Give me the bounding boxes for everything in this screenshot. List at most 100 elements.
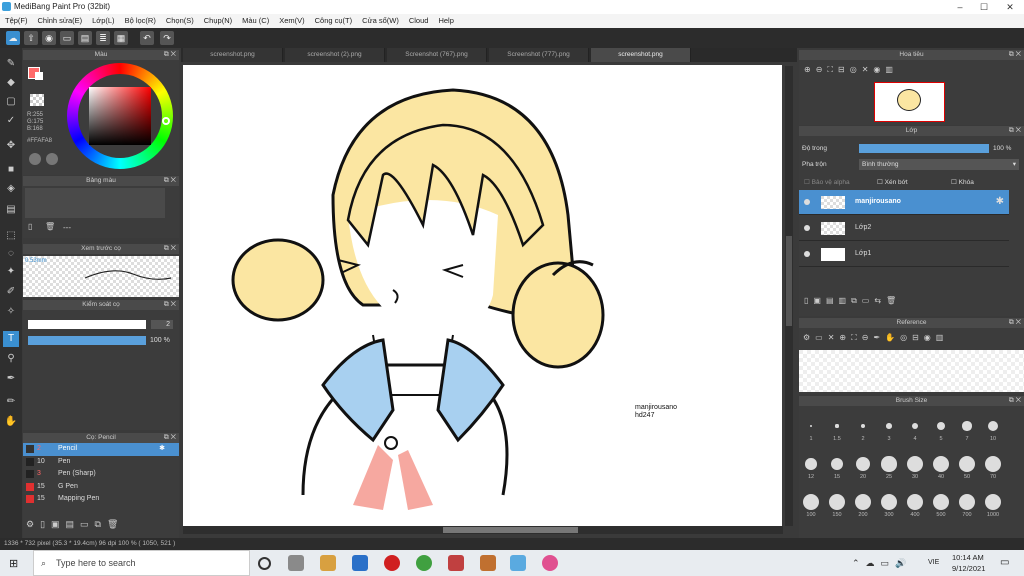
reference-area[interactable] xyxy=(799,350,1024,392)
select-pen-icon[interactable]: ✐ xyxy=(3,284,19,300)
brush-size-dot[interactable] xyxy=(886,423,892,429)
brush-size-dot[interactable] xyxy=(860,423,866,429)
brush-size-dot[interactable] xyxy=(907,494,923,510)
size-slider[interactable] xyxy=(28,320,146,329)
vertical-scrollbar[interactable] xyxy=(785,66,793,526)
menu-select[interactable]: Chọn(S) xyxy=(161,14,199,28)
mail-icon[interactable] xyxy=(352,555,368,571)
move-tool-icon[interactable]: ✥ xyxy=(3,138,19,154)
hue-handle[interactable] xyxy=(162,117,170,125)
close-icon[interactable]: ⧉ ✕ xyxy=(164,300,176,310)
task-view-icon[interactable] xyxy=(288,555,304,571)
menu-cloud[interactable]: Cloud xyxy=(404,14,434,28)
brush-size-dot[interactable] xyxy=(907,456,923,472)
operation-tool-icon[interactable]: ⚲ xyxy=(3,351,19,367)
select-eraser-icon[interactable]: ✧ xyxy=(3,304,19,320)
brush-item[interactable]: 10 Pen xyxy=(23,456,179,469)
close-icon[interactable]: ⧉ ✕ xyxy=(164,433,176,443)
brush-size-grid[interactable]: 1 1.5 2 3 4 5 7 10 12 15 20 25 30 40 50 70 100 150 200 300 4… xyxy=(799,408,1011,518)
brush-size-dot[interactable] xyxy=(933,494,949,510)
delete-icon[interactable]: 🗑 xyxy=(45,222,55,231)
hand-tool-icon[interactable]: ✋ xyxy=(3,414,19,430)
upload-icon[interactable]: ⇧ xyxy=(24,31,38,45)
text-tool-icon[interactable]: T xyxy=(3,331,19,347)
redo-icon[interactable]: ↷ xyxy=(160,31,174,45)
palette-icon[interactable] xyxy=(29,153,41,165)
brush-tools-row[interactable]: ⚙▯▣▤▭⧉🗑 xyxy=(26,519,124,530)
brush-tool-icon[interactable]: ✎ xyxy=(3,56,19,72)
brush-item[interactable]: 2 Pencil ✱ xyxy=(23,443,179,456)
brush-size-dot[interactable] xyxy=(856,457,870,471)
brush-size-dot[interactable] xyxy=(962,421,972,431)
brush-size-dot[interactable] xyxy=(911,422,919,430)
brush-item[interactable]: 15 Mapping Pen xyxy=(23,493,179,506)
tab-screenshot-777[interactable]: Screenshot (777).png xyxy=(489,48,589,62)
document-icon[interactable]: ▤ xyxy=(78,31,92,45)
brush-size-dot[interactable] xyxy=(985,494,1001,510)
medibang-icon[interactable] xyxy=(510,555,526,571)
tab-screenshot-active[interactable]: screenshot.png xyxy=(591,48,691,62)
blur-tool-icon[interactable]: ✏ xyxy=(3,394,19,410)
chat-icon[interactable]: ▭ xyxy=(60,31,74,45)
lock-checkbox[interactable]: ☐ Khóa xyxy=(951,178,974,186)
navigator-tools[interactable]: ⊕⊖⛶⊟◎✕◉▥ xyxy=(804,65,898,75)
settings-icon[interactable]: ✱ xyxy=(159,443,165,456)
close-icon[interactable]: ⧉ ✕ xyxy=(164,50,176,60)
eyedropper-color-icon[interactable] xyxy=(46,153,58,165)
close-button[interactable]: ✕ xyxy=(998,0,1022,14)
opera-icon[interactable] xyxy=(384,555,400,571)
brush-size-dot[interactable] xyxy=(985,456,1001,472)
list-icon[interactable]: ≣ xyxy=(96,31,110,45)
size-value[interactable]: 2 xyxy=(151,320,173,329)
close-icon[interactable]: ⧉ ✕ xyxy=(1009,50,1021,60)
paint-icon[interactable] xyxy=(542,555,558,571)
tab-screenshot-767[interactable]: Screenshot (767).png xyxy=(387,48,487,62)
brush-size-dot[interactable] xyxy=(855,494,871,510)
windows-start-icon[interactable]: ⊞ xyxy=(9,557,18,570)
brush-size-dot[interactable] xyxy=(987,420,999,432)
grid-icon[interactable]: ▦ xyxy=(114,31,128,45)
layer-opacity-slider[interactable] xyxy=(859,144,989,153)
navigator-thumbnail[interactable] xyxy=(874,82,945,122)
eraser-tool-icon[interactable]: ◆ xyxy=(3,75,19,91)
system-tray-icons[interactable]: ⌃☁▭🔊 xyxy=(852,558,912,569)
app-icon[interactable] xyxy=(480,555,496,571)
menu-file[interactable]: Tệp(F) xyxy=(0,14,33,28)
brush-size-dot[interactable] xyxy=(805,458,817,470)
layer-tools-row[interactable]: ▯▣▤▥⧉▭⇆🗑 xyxy=(804,296,901,306)
close-icon[interactable]: ⧉ ✕ xyxy=(1009,126,1021,136)
transparent-swatch[interactable] xyxy=(30,94,44,106)
brush-size-dot[interactable] xyxy=(829,494,845,510)
fill-rect-tool-icon[interactable]: ■ xyxy=(3,162,19,178)
messenger-icon[interactable] xyxy=(448,555,464,571)
tab-screenshot[interactable]: screenshot.png xyxy=(183,48,283,62)
opacity-slider[interactable] xyxy=(28,336,146,345)
brush-size-dot[interactable] xyxy=(933,456,949,472)
select-lasso-icon[interactable]: ◌ xyxy=(3,246,19,262)
file-explorer-icon[interactable] xyxy=(320,555,336,571)
search-input[interactable]: ⌕ Type here to search xyxy=(33,550,250,576)
palette-area[interactable] xyxy=(25,188,165,218)
comment-icon[interactable]: ◉ xyxy=(42,31,56,45)
horizontal-scrollbar[interactable] xyxy=(183,526,783,534)
blend-select[interactable]: Bình thường ▾ xyxy=(859,159,1019,170)
menu-snap[interactable]: Chụp(N) xyxy=(199,14,237,28)
layer-item[interactable]: Lớp1 xyxy=(799,242,1009,267)
brush-size-dot[interactable] xyxy=(881,494,897,510)
eyedropper-icon[interactable]: ✒ xyxy=(3,371,19,387)
brush-item[interactable]: 15 G Pen xyxy=(23,481,179,494)
maximize-button[interactable]: ☐ xyxy=(972,0,996,14)
menu-tools[interactable]: Công cụ(T) xyxy=(310,14,358,28)
brush-size-dot[interactable] xyxy=(803,494,819,510)
language-indicator[interactable]: VIE xyxy=(928,559,939,566)
cortana-icon[interactable] xyxy=(258,557,271,570)
gradient-tool-icon[interactable]: ▤ xyxy=(3,202,19,218)
menu-edit[interactable]: Chỉnh sửa(E) xyxy=(33,14,88,28)
menu-layer[interactable]: Lớp(L) xyxy=(87,14,119,28)
minimize-button[interactable]: – xyxy=(948,0,972,14)
settings-icon[interactable]: ✱ xyxy=(996,196,1004,207)
menu-window[interactable]: Cửa sổ(W) xyxy=(357,14,404,28)
menu-filter[interactable]: Bộ lọc(R) xyxy=(120,14,161,28)
notification-icon[interactable]: ▭ xyxy=(1000,557,1009,568)
close-icon[interactable]: ⧉ ✕ xyxy=(1009,396,1021,406)
